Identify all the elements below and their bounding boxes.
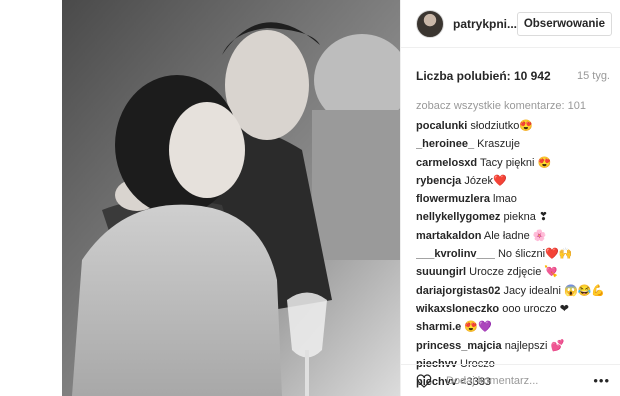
comment-row: carmelosxd Tacy piękni 😍 xyxy=(416,154,612,172)
comment-row: rybencja Józek❤️ xyxy=(416,172,612,190)
comment-text: Jacy idealni 😱😂💪 xyxy=(503,284,606,297)
comment-row: martakaldon Ale ładne 🌸 xyxy=(416,227,612,245)
comment-text: piekna ❣ xyxy=(503,211,549,224)
comment-row: suuungirl Urocze zdjęcie 💘 xyxy=(416,263,612,281)
following-button[interactable]: Obserwowanie xyxy=(516,11,612,36)
comment-text: najlepszi 💕 xyxy=(504,339,565,352)
add-comment-input[interactable] xyxy=(444,373,594,388)
comment-row: ___kvrolinv___ No śliczni❤️🙌 xyxy=(416,245,612,263)
post-meta: Liczba polubień: 10 942 15 tyg. xyxy=(401,56,620,96)
post-photo-image xyxy=(62,0,400,396)
heart-icon[interactable] xyxy=(416,373,432,389)
comment-username[interactable]: carmelosxd xyxy=(416,157,477,169)
comment-username[interactable]: wikaxsloneczko xyxy=(416,303,499,315)
post-sidebar: patrykpni... Obserwowanie Liczba polubie… xyxy=(400,0,620,396)
comment-username[interactable]: _heroinee_ xyxy=(416,138,474,150)
comment-text: No śliczni❤️🙌 xyxy=(497,248,573,261)
page-background-left xyxy=(0,0,62,396)
comments-list: zobacz wszystkie komentarze: 101 pocalun… xyxy=(401,100,620,391)
more-options-icon[interactable]: ••• xyxy=(593,373,610,388)
comment-username[interactable]: pocalunki xyxy=(416,120,467,132)
comment-row: wikaxsloneczko ooo uroczo ❤ xyxy=(416,300,612,318)
comment-text: słodziutko😍 xyxy=(470,120,534,132)
comment-username[interactable]: princess_majcia xyxy=(416,340,502,352)
post-time[interactable]: 15 tyg. xyxy=(577,70,610,82)
comment-username[interactable]: rybencja xyxy=(416,175,461,187)
comment-row: dariajorgistas02 Jacy idealni 😱😂💪 xyxy=(416,282,612,300)
comment-username[interactable]: dariajorgistas02 xyxy=(416,285,500,297)
comment-username[interactable]: martakaldon xyxy=(416,230,481,242)
comment-row: princess_majcia najlepszi 💕 xyxy=(416,337,612,355)
comment-text: lmao xyxy=(493,193,517,206)
comment-text: ooo uroczo ❤ xyxy=(502,302,569,315)
username-link[interactable]: patrykpni... xyxy=(453,17,517,31)
comment-text: 😍💜 xyxy=(464,321,492,334)
post-photo[interactable] xyxy=(62,0,400,396)
avatar[interactable] xyxy=(416,9,444,38)
comment-username[interactable]: flowermuzlera xyxy=(416,193,490,205)
comment-bar: ••• xyxy=(401,364,620,396)
comment-row: nellykellygomez piekna ❣ xyxy=(416,208,612,226)
comment-text: Tacy piękni 😍 xyxy=(480,156,552,169)
comment-text: Józek❤️ xyxy=(464,174,507,187)
post-header: patrykpni... Obserwowanie xyxy=(401,0,620,48)
comment-username[interactable]: ___kvrolinv___ xyxy=(416,248,495,260)
comment-row: flowermuzlera lmao xyxy=(416,190,612,208)
comment-username[interactable]: sharmi.e xyxy=(416,321,461,333)
comment-username[interactable]: suuungirl xyxy=(416,266,466,278)
comment-text: Ale ładne 🌸 xyxy=(483,229,547,242)
view-all-comments-link[interactable]: zobacz wszystkie komentarze: 101 xyxy=(416,100,612,112)
comment-row: pocalunki słodziutko😍 xyxy=(416,117,612,135)
comment-username[interactable]: nellykellygomez xyxy=(416,211,500,223)
comment-row: _heroinee_ Kraszuje xyxy=(416,135,612,153)
comment-row: sharmi.e 😍💜 xyxy=(416,318,612,336)
comment-text: Urocze zdjęcie 💘 xyxy=(469,266,559,279)
likes-count[interactable]: Liczba polubień: 10 942 xyxy=(416,69,551,83)
comment-text: Kraszuje xyxy=(477,138,520,151)
